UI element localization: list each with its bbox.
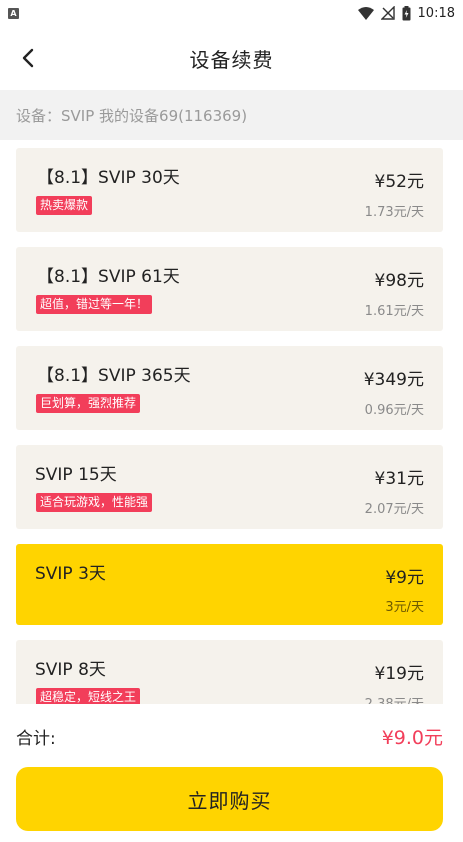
plan-price: ¥9元 <box>385 568 424 588</box>
plan-unit-price: 2.38元/天 <box>365 693 424 704</box>
no-signal-icon <box>380 6 395 20</box>
battery-icon <box>402 5 411 20</box>
device-info-text: 设备：SVIP 我的设备69(116369) <box>16 106 248 125</box>
plan-name: SVIP 3天 <box>35 564 106 584</box>
plan-card-selected[interactable]: SVIP 3天 ¥9元 3元/天 <box>16 544 443 625</box>
plan-tag: 热卖爆款 <box>36 196 93 215</box>
plan-list[interactable]: 【8.1】SVIP 30天 热卖爆款 ¥52元 1.73元/天 【8.1】SVI… <box>16 148 443 704</box>
total-row: 合计: ¥9.0元 <box>16 720 443 752</box>
plan-price: ¥52元 <box>374 172 424 192</box>
plan-name: SVIP 15天 <box>35 465 117 485</box>
total-value: ¥9.0元 <box>381 726 443 749</box>
plan-card[interactable]: 【8.1】SVIP 61天 超值，错过等一年！ ¥98元 1.61元/天 <box>16 247 443 331</box>
plan-unit-price: 1.73元/天 <box>364 205 424 220</box>
plan-card[interactable]: 【8.1】SVIP 365天 巨划算，强烈推荐 ¥349元 0.96元/天 <box>16 346 443 430</box>
plan-card[interactable]: SVIP 15天 适合玩游戏，性能强 ¥31元 2.07元/天 <box>16 445 443 529</box>
buy-now-button[interactable]: 立即购买 <box>16 767 443 831</box>
plan-unit-price: 2.07元/天 <box>364 502 424 517</box>
plan-tag: 超稳定，短线之王 <box>36 688 141 704</box>
page-title: 设备续费 <box>189 47 274 72</box>
plan-unit-price: 0.96元/天 <box>364 403 424 418</box>
plan-tag: 适合玩游戏，性能强 <box>36 493 153 512</box>
notification-icon: A <box>8 7 19 19</box>
wifi-icon <box>357 6 374 20</box>
plan-price: ¥98元 <box>374 271 424 291</box>
back-button[interactable] <box>14 42 42 74</box>
plan-unit-price: 3元/天 <box>385 600 424 615</box>
plan-price: ¥31元 <box>374 469 424 489</box>
plan-tag: 超值，错过等一年！ <box>36 295 153 314</box>
plan-card[interactable]: SVIP 8天 超稳定，短线之王 ¥19元 2.38元/天 <box>16 640 443 704</box>
chevron-left-icon <box>22 48 34 68</box>
plan-tag: 巨划算，强烈推荐 <box>36 394 141 413</box>
plan-name: 【8.1】SVIP 30天 <box>37 168 180 188</box>
total-label: 合计: <box>16 728 56 749</box>
device-info-bar: 设备：SVIP 我的设备69(116369) <box>0 90 463 140</box>
plan-name: 【8.1】SVIP 61天 <box>37 267 180 287</box>
plan-name: 【8.1】SVIP 365天 <box>37 366 191 386</box>
status-bar: A 10:18 <box>0 0 463 26</box>
status-time: 10:18 <box>417 5 455 21</box>
plan-name: SVIP 8天 <box>35 660 106 680</box>
app-bar: 设备续费 <box>0 30 463 86</box>
plan-unit-price: 1.61元/天 <box>364 304 424 319</box>
plan-price: ¥19元 <box>374 664 424 684</box>
plan-price: ¥349元 <box>363 370 424 390</box>
plan-card[interactable]: 【8.1】SVIP 30天 热卖爆款 ¥52元 1.73元/天 <box>16 148 443 232</box>
